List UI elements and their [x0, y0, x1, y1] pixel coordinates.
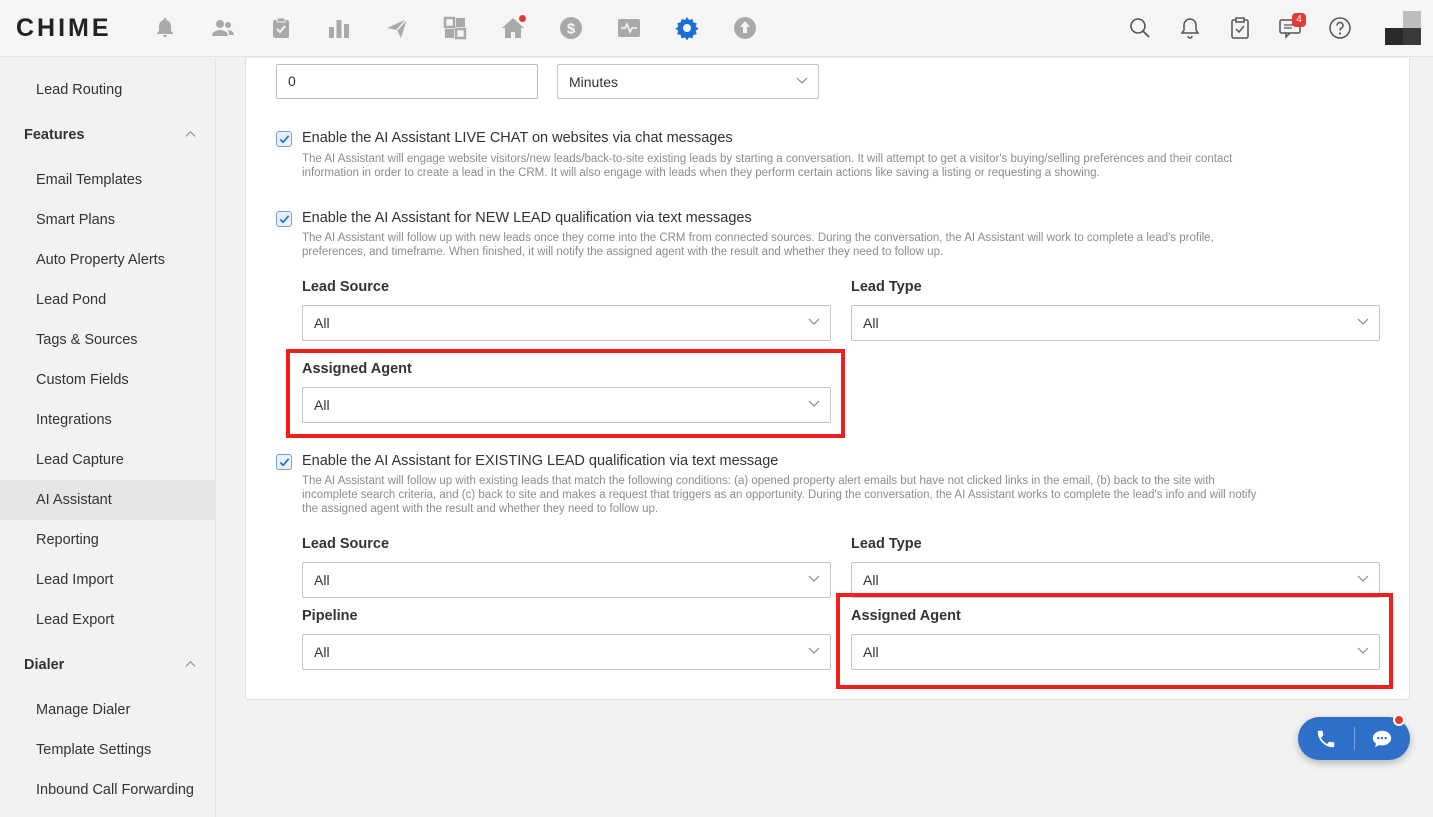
chevron-down-icon [1357, 575, 1369, 582]
phone-call-button[interactable] [1298, 717, 1354, 760]
new-lead-source-select[interactable]: All [302, 305, 831, 341]
delay-value-input[interactable]: 0 [276, 64, 538, 99]
send-icon[interactable] [384, 14, 410, 42]
new-lead-label: Enable the AI Assistant for NEW LEAD qua… [302, 210, 752, 226]
sidebar-item-email-templates[interactable]: Email Templates [0, 160, 216, 200]
sidebar-item-tags-sources[interactable]: Tags & Sources [0, 320, 216, 360]
bar-chart-icon[interactable] [326, 14, 352, 42]
existing-lead-type-label: Lead Type [851, 536, 922, 552]
call-chat-widget [1298, 714, 1410, 760]
user-avatar[interactable] [1385, 11, 1421, 45]
sidebar-section-dialer[interactable]: Dialer [0, 645, 216, 685]
new-lead-assigned-agent-label: Assigned Agent [302, 361, 412, 377]
sidebar-item-ai-assistant[interactable]: AI Assistant [0, 480, 216, 520]
chevron-down-icon [796, 77, 808, 84]
sidebar-item-inbound-call-forwarding[interactable]: Inbound Call Forwarding [0, 770, 216, 810]
sidebar-item-custom-fields[interactable]: Custom Fields [0, 360, 216, 400]
chevron-down-icon [808, 400, 820, 407]
chevron-down-icon [808, 318, 820, 325]
chevron-down-icon [808, 647, 820, 654]
chevron-down-icon [1357, 647, 1369, 654]
sidebar-item-lead-routing[interactable]: Lead Routing [0, 70, 216, 110]
ai-assistant-settings-card: 0 Minutes Enable the AI Assistant LIVE C… [245, 58, 1410, 700]
phone-icon [1317, 730, 1335, 747]
sidebar-item-lead-pond[interactable]: Lead Pond [0, 280, 216, 320]
existing-lead-description: The AI Assistant will follow up with exi… [302, 475, 1257, 515]
sidebar-item-integrations[interactable]: Integrations [0, 400, 216, 440]
new-lead-checkbox[interactable] [276, 211, 292, 227]
task-clipboard-icon[interactable] [1228, 16, 1252, 40]
chevron-down-icon [808, 575, 820, 582]
existing-lead-source-select[interactable]: All [302, 562, 831, 598]
sidebar-item-lead-capture[interactable]: Lead Capture [0, 440, 216, 480]
activity-icon[interactable] [616, 14, 642, 42]
new-lead-type-select[interactable]: All [851, 305, 1380, 341]
sidebar-item-smart-plans[interactable]: Smart Plans [0, 200, 216, 240]
help-icon[interactable] [1328, 16, 1352, 40]
checkmark-icon [279, 458, 290, 467]
sidebar-item-template-settings[interactable]: Template Settings [0, 730, 216, 770]
messages-icon[interactable]: 4 [1278, 13, 1306, 40]
existing-lead-pipeline-label: Pipeline [302, 608, 358, 624]
checkmark-icon [279, 135, 290, 144]
chat-bubble-icon [1372, 730, 1392, 747]
alert-bell-icon[interactable] [152, 14, 178, 42]
notification-bell-icon[interactable] [1178, 16, 1202, 40]
settings-sidebar: Lead Routing Features Email Templates Sm… [0, 58, 216, 817]
sidebar-section-features[interactable]: Features [0, 115, 216, 155]
new-lead-description: The AI Assistant will follow up with new… [302, 232, 1214, 258]
existing-lead-assigned-agent-label: Assigned Agent [851, 608, 961, 624]
clipboard-check-icon[interactable] [268, 14, 294, 42]
live-chat-description: The AI Assistant will engage website vis… [302, 153, 1233, 179]
sidebar-item-lead-export[interactable]: Lead Export [0, 600, 216, 640]
chevron-down-icon [1357, 318, 1369, 325]
new-lead-type-label: Lead Type [851, 279, 922, 295]
upload-icon[interactable] [732, 14, 758, 42]
existing-lead-label: Enable the AI Assistant for EXISTING LEA… [302, 453, 779, 469]
messages-count-badge: 4 [1292, 13, 1306, 27]
sidebar-item-lead-import[interactable]: Lead Import [0, 560, 216, 600]
search-icon[interactable] [1128, 16, 1152, 40]
sidebar-item-reporting[interactable]: Reporting [0, 520, 216, 560]
live-chat-checkbox[interactable] [276, 131, 292, 147]
contacts-icon[interactable] [210, 14, 236, 42]
chat-notification-dot [1393, 714, 1405, 726]
existing-lead-pipeline-select[interactable]: All [302, 634, 831, 670]
checkmark-icon [279, 215, 290, 224]
live-chat-label: Enable the AI Assistant LIVE CHAT on web… [302, 130, 733, 146]
chevron-up-icon [185, 130, 196, 137]
chime-logo[interactable]: CHIME [16, 14, 112, 43]
sidebar-item-auto-property-alerts[interactable]: Auto Property Alerts [0, 240, 216, 280]
settings-gear-icon[interactable] [674, 14, 700, 42]
new-lead-assigned-agent-select[interactable]: All [302, 387, 831, 423]
existing-lead-type-select[interactable]: All [851, 562, 1380, 598]
top-navigation-bar: CHIME $ 4 [0, 0, 1433, 57]
new-lead-source-label: Lead Source [302, 279, 390, 295]
logo-text: CHIME [16, 14, 112, 42]
dashboard-grid-icon[interactable] [442, 14, 468, 42]
dollar-icon[interactable]: $ [558, 14, 584, 42]
home-icon[interactable] [500, 14, 526, 42]
home-notification-dot [519, 15, 526, 22]
existing-lead-source-label: Lead Source [302, 536, 390, 552]
chevron-up-icon [185, 660, 196, 667]
existing-lead-checkbox[interactable] [276, 454, 292, 470]
existing-lead-assigned-agent-select[interactable]: All [851, 634, 1380, 670]
delay-unit-select[interactable]: Minutes [557, 64, 819, 99]
svg-text:$: $ [567, 21, 576, 38]
sidebar-item-manage-dialer[interactable]: Manage Dialer [0, 690, 216, 730]
